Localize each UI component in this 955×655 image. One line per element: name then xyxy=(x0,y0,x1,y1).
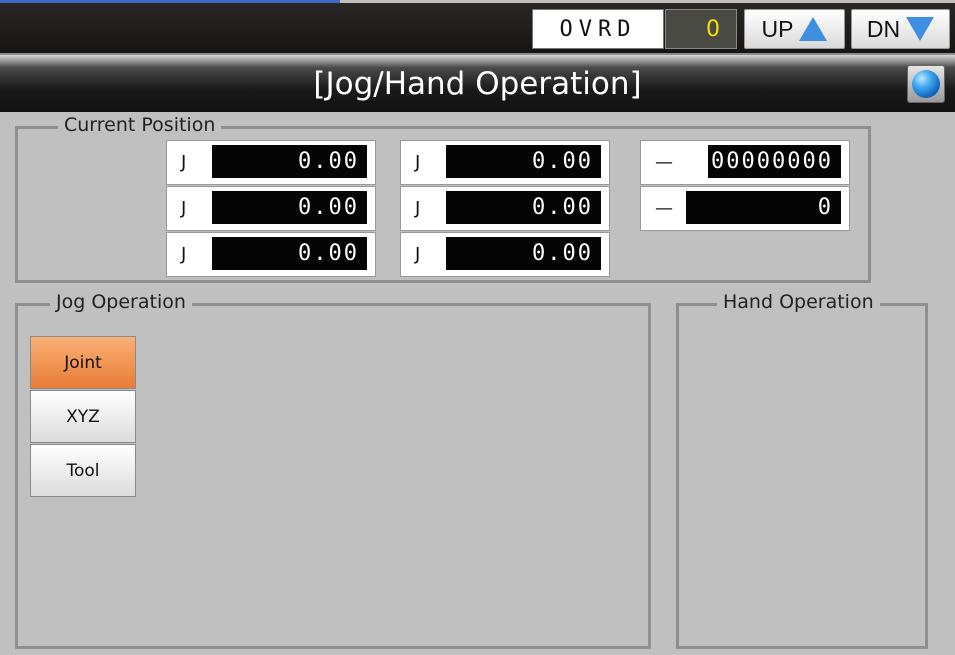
jog-mode-joint-button[interactable]: Joint xyxy=(30,336,136,389)
extra-label: — xyxy=(655,152,673,173)
extra-position-field: — 0 xyxy=(640,186,850,231)
extra-value: 0 xyxy=(686,191,841,224)
hand-operation-label: Hand Operation xyxy=(717,291,880,313)
joint-value: 0.00 xyxy=(212,145,367,178)
joint-position-field: J 0.00 xyxy=(400,140,610,185)
globe-button[interactable] xyxy=(907,65,945,103)
down-button[interactable]: DN xyxy=(851,9,950,49)
jog-mode-label: Joint xyxy=(64,352,102,373)
up-button[interactable]: UP xyxy=(744,9,845,49)
jog-mode-xyz-button[interactable]: XYZ xyxy=(30,390,136,443)
current-position-group: Current Position J 0.00 J 0.00 J 0.00 J … xyxy=(15,114,871,283)
joint-position-field: J 0.00 xyxy=(400,232,610,277)
page-title: [Jog/Hand Operation] xyxy=(313,65,642,102)
extra-value: 00000000 xyxy=(708,145,841,178)
ovrd-value-display: 0 xyxy=(665,9,737,49)
joint-value: 0.00 xyxy=(212,191,367,224)
jog-operation-label: Jog Operation xyxy=(50,291,192,313)
joint-label: J xyxy=(415,198,421,219)
joint-value: 0.00 xyxy=(446,191,601,224)
arrow-down-icon xyxy=(906,17,935,41)
joint-label: J xyxy=(415,244,421,265)
joint-position-field: J 0.00 xyxy=(166,232,376,277)
joint-value: 0.00 xyxy=(446,145,601,178)
joint-label: J xyxy=(181,198,187,219)
arrow-up-icon xyxy=(799,17,828,41)
title-bar: [Jog/Hand Operation] xyxy=(0,55,955,112)
jog-mode-label: XYZ xyxy=(66,406,100,427)
joint-position-field: J 0.00 xyxy=(166,140,376,185)
hand-operation-group: Hand Operation xyxy=(676,291,928,649)
extra-position-field: — 00000000 xyxy=(640,140,850,185)
joint-position-field: J 0.00 xyxy=(400,186,610,231)
header-bar: OVRD 0 UP DN xyxy=(0,3,955,55)
joint-label: J xyxy=(415,152,421,173)
joint-value: 0.00 xyxy=(446,237,601,270)
joint-position-field: J 0.00 xyxy=(166,186,376,231)
joint-label: J xyxy=(181,244,187,265)
ovrd-label: OVRD xyxy=(532,9,664,49)
down-button-label: DN xyxy=(866,15,901,42)
jog-mode-tool-button[interactable]: Tool xyxy=(30,444,136,497)
joint-label: J xyxy=(181,152,187,173)
globe-icon xyxy=(912,70,940,98)
extra-label: — xyxy=(655,198,673,219)
up-button-label: UP xyxy=(761,15,794,42)
jog-mode-label: Tool xyxy=(66,460,100,481)
joint-value: 0.00 xyxy=(212,237,367,270)
current-position-label: Current Position xyxy=(58,114,222,136)
